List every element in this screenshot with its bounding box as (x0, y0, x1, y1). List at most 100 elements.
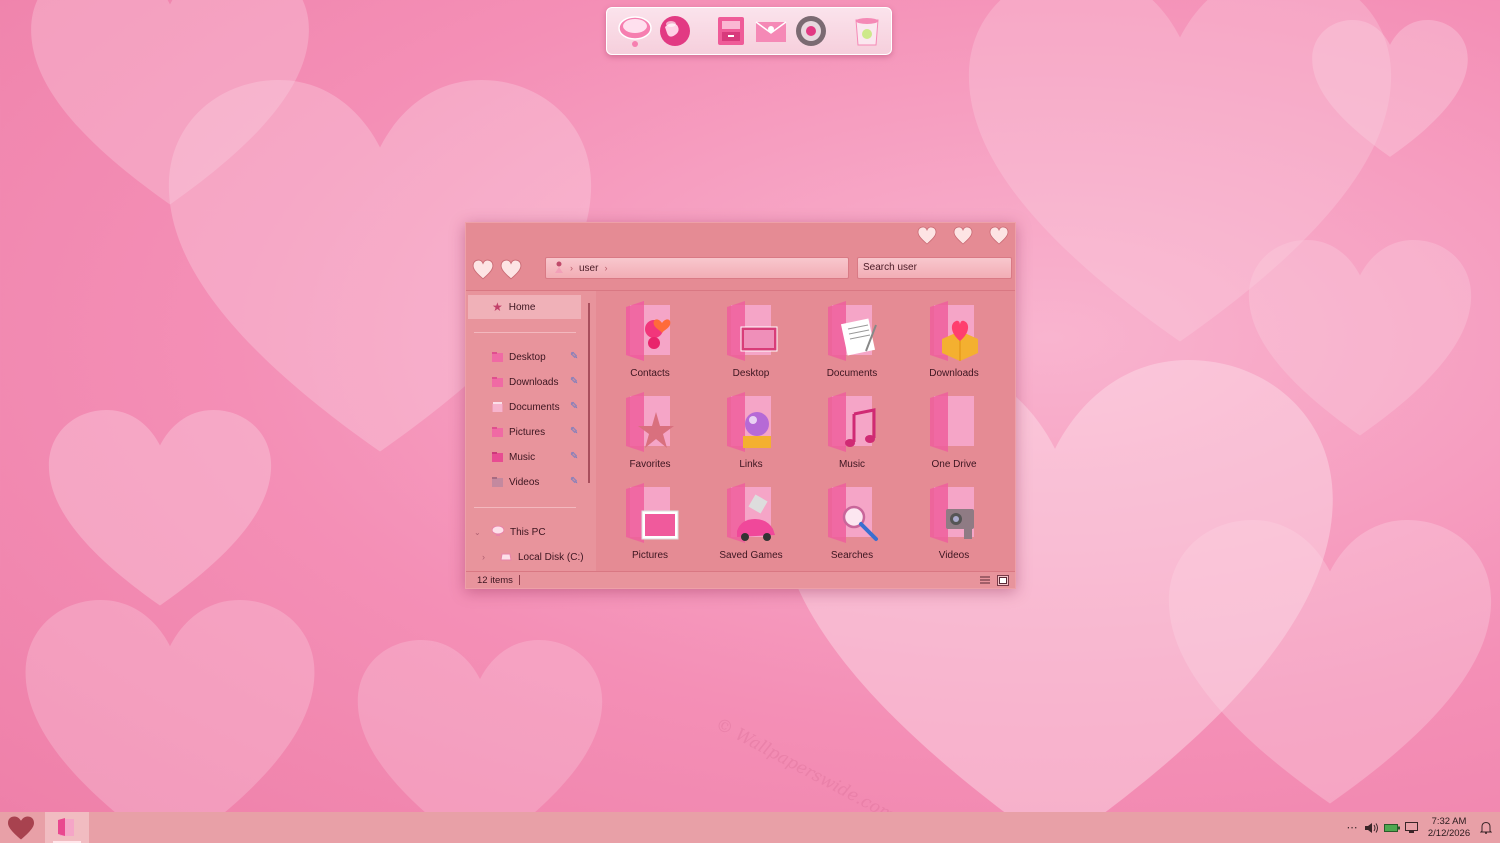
status-separator (519, 575, 520, 585)
downloads-folder-icon (492, 377, 503, 387)
folder-tile-links[interactable]: Links (710, 386, 792, 474)
sidebar-separator (474, 332, 576, 333)
folder-tile-documents[interactable]: Documents (811, 295, 893, 383)
folder-tile-pictures[interactable]: Pictures (609, 477, 691, 565)
forward-heart-button[interactable] (499, 259, 523, 281)
contacts-folder-icon (620, 299, 682, 363)
folder-label: Documents (826, 368, 878, 379)
sidebar-item-desktop[interactable]: Desktop (492, 347, 546, 367)
folder-label: Contacts (630, 368, 670, 379)
sidebar-item-label: Local Disk (C:) (518, 551, 584, 563)
pictures-folder-icon (492, 427, 503, 437)
globe-icon[interactable] (657, 13, 693, 49)
overflow-icon[interactable]: ⋯ (1342, 818, 1362, 838)
search-input[interactable]: Search user (857, 257, 1012, 279)
volume-icon[interactable] (1362, 818, 1382, 838)
taskbar-file-explorer[interactable] (45, 812, 89, 843)
folder-tile-searches[interactable]: Searches (811, 477, 893, 565)
sidebar-item-documents[interactable]: Documents (492, 397, 560, 417)
sidebar-item-label: Pictures (509, 426, 546, 438)
videos-folder-icon (924, 481, 986, 545)
maximize-heart-button[interactable] (953, 226, 973, 246)
folder-tile-downloads[interactable]: Downloads (913, 295, 995, 383)
sidebar-item-pictures[interactable]: Pictures (492, 422, 545, 442)
folder-label: Pictures (631, 550, 669, 561)
sidebar-item-videos[interactable]: Videos (492, 472, 539, 492)
folder-label: Downloads (929, 368, 979, 379)
sidebar-item-home[interactable]: ★ Home (468, 295, 581, 319)
this-pc-icon (491, 525, 505, 539)
details-view-button[interactable] (979, 575, 991, 586)
breadcrumb-chevron-icon[interactable]: › (604, 263, 607, 273)
large-icons-view-button[interactable] (997, 575, 1009, 586)
links-folder-icon (721, 390, 783, 454)
folder-tile-desktop[interactable]: Desktop (710, 295, 792, 383)
notification-bell-icon[interactable] (1476, 818, 1496, 838)
folder-label: Favorites (629, 459, 671, 470)
chat-icon[interactable] (617, 13, 653, 49)
settings-disc-icon[interactable] (793, 13, 829, 49)
star-icon: ★ (492, 300, 503, 314)
folder-label: Saved Games (719, 550, 783, 561)
folder-label: Music (838, 459, 866, 470)
sidebar-scrollbar[interactable] (588, 303, 590, 483)
sidebar-item-downloads[interactable]: Downloads (492, 372, 558, 392)
minimize-heart-button[interactable] (917, 226, 937, 246)
start-heart-button[interactable] (6, 815, 36, 841)
pin-icon[interactable]: ✎ (570, 376, 578, 387)
trash-icon[interactable] (849, 13, 885, 49)
wallpaper-heart (1310, 20, 1470, 160)
pin-icon[interactable]: ✎ (570, 476, 578, 487)
breadcrumb-chevron-icon: › (570, 263, 573, 273)
system-tray: ⋯ 7:32 AM 2/12/2026 (1342, 812, 1500, 843)
pin-icon[interactable]: ✎ (570, 401, 578, 412)
folder-tile-contacts[interactable]: Contacts (609, 295, 691, 383)
file-explorer-icon (56, 817, 76, 842)
sidebar-item-label: Documents (509, 401, 560, 413)
user-folder-icon (554, 261, 564, 276)
wallpaper-heart (40, 410, 280, 610)
address-bar[interactable]: › user › (545, 257, 849, 279)
breadcrumb-user[interactable]: user (579, 263, 598, 274)
folder-label: Videos (938, 550, 970, 561)
sidebar-item-music[interactable]: Music (492, 447, 535, 467)
desktop-folder-icon (492, 352, 503, 362)
expand-chevron-icon[interactable]: ⌄ (474, 528, 486, 537)
music-folder-icon (492, 452, 503, 462)
pin-icon[interactable]: ✎ (570, 351, 578, 362)
network-icon[interactable] (1402, 818, 1422, 838)
downloads-folder-icon (924, 299, 986, 363)
folder-label: Desktop (732, 368, 770, 379)
sidebar-separator (474, 507, 576, 508)
status-bar: 12 items (466, 571, 1015, 588)
favorites-folder-icon (620, 390, 682, 454)
battery-icon[interactable] (1382, 818, 1402, 838)
navigation-buttons (471, 259, 523, 281)
videos-folder-icon (492, 477, 503, 487)
folder-tile-music[interactable]: Music (811, 386, 893, 474)
cabinet-icon[interactable] (713, 13, 749, 49)
pictures-folder-icon (620, 481, 682, 545)
sidebar-item-local-disk[interactable]: › Local Disk (C:) (482, 547, 584, 567)
taskbar: ⋯ 7:32 AM 2/12/2026 (0, 812, 1500, 843)
clock[interactable]: 7:32 AM 2/12/2026 (1422, 816, 1476, 840)
folder-tile-videos[interactable]: Videos (913, 477, 995, 565)
pin-icon[interactable]: ✎ (570, 451, 578, 462)
close-heart-button[interactable] (989, 226, 1009, 246)
sidebar-item-this-pc[interactable]: ⌄ This PC (474, 522, 546, 542)
desktop-folder-icon (721, 299, 783, 363)
folder-tile-saved-games[interactable]: Saved Games (710, 477, 792, 565)
sidebar-item-label: Downloads (509, 376, 559, 388)
folder-label: One Drive (931, 459, 977, 470)
folder-tile-one-drive[interactable]: One Drive (913, 386, 995, 474)
back-heart-button[interactable] (471, 259, 495, 281)
sidebar-item-label: Videos (509, 476, 540, 488)
mail-icon[interactable] (753, 13, 789, 49)
sidebar-item-label: Music (509, 451, 536, 463)
expand-chevron-icon[interactable]: › (482, 552, 494, 562)
folder-label: Searches (830, 550, 874, 561)
folder-tile-favorites[interactable]: Favorites (609, 386, 691, 474)
music-folder-icon (822, 390, 884, 454)
searches-folder-icon (822, 481, 884, 545)
pin-icon[interactable]: ✎ (570, 426, 578, 437)
